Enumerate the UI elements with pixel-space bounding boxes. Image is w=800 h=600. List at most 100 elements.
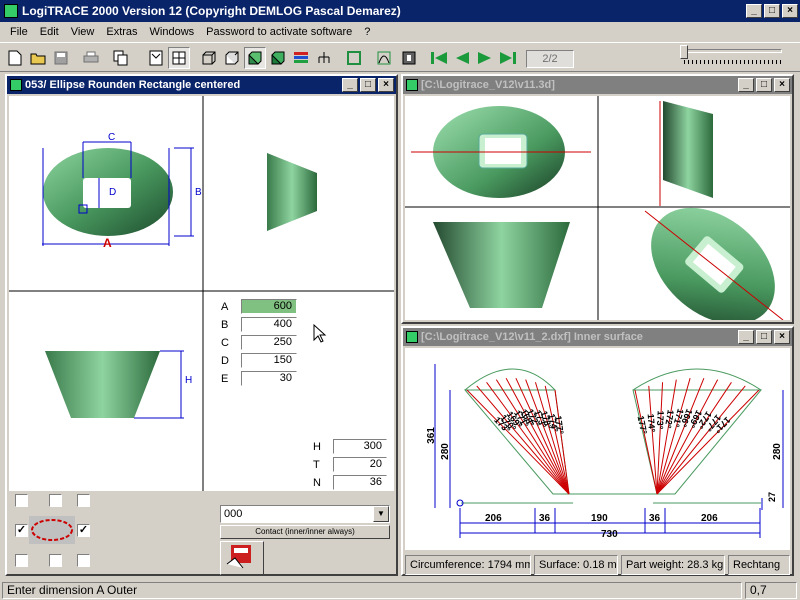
checkbox-bottom-right[interactable] (77, 554, 90, 567)
view3d-close-button[interactable]: × (774, 78, 790, 92)
frame-select-icon[interactable] (343, 47, 365, 69)
editor-close-button[interactable]: × (378, 78, 394, 92)
checkbox-bottom-center[interactable] (49, 554, 62, 567)
last-page-icon[interactable] (497, 47, 519, 69)
lock-icon[interactable] (398, 47, 420, 69)
circumference-readout: Circumference: 1794 mm (405, 555, 531, 575)
param-n-label: N (313, 477, 321, 489)
part-weight-readout: Part weight: 28.3 kg (621, 555, 725, 575)
zoom-slider-track[interactable] (684, 49, 782, 53)
contact-select-value: 000 (224, 508, 243, 520)
view3d-window-icon (406, 79, 418, 91)
view3d-maximize-button[interactable]: □ (756, 78, 772, 92)
fold-angle-label: 177° (553, 415, 566, 436)
view3d-window: [C:\Logitrace_V12\v11.3d] _ □ × (401, 74, 794, 324)
dim-seg5: 206 (701, 513, 718, 524)
param-b-input[interactable]: 400 (241, 317, 297, 332)
menu-file[interactable]: File (4, 26, 34, 38)
curve-tool-icon[interactable] (373, 47, 395, 69)
status-message: Enter dimension A Outer (2, 582, 742, 599)
wireframe-2d-icon[interactable] (198, 47, 220, 69)
dim-total: 730 (601, 529, 618, 540)
maximize-button[interactable]: □ (764, 4, 780, 18)
fold-line (656, 382, 732, 495)
dim-inner-height: 280 (439, 443, 451, 460)
color-layers-icon[interactable] (290, 47, 312, 69)
previous-page-icon[interactable] (451, 47, 473, 69)
zoom-slider-ticks (684, 60, 784, 64)
open-folder-icon[interactable] (27, 47, 49, 69)
inner-window-icon (406, 331, 418, 343)
drawing-canvas[interactable]: C B D A H (9, 96, 394, 491)
checkbox-top-right[interactable] (77, 494, 90, 507)
minimize-button[interactable]: _ (746, 4, 762, 18)
param-t-input[interactable]: 20 (333, 457, 387, 472)
editor-window-titlebar[interactable]: 053/ Ellipse Rounden Rectangle centered … (7, 76, 396, 94)
param-e-input[interactable]: 30 (241, 371, 297, 386)
ellipse-shape-icon (29, 516, 75, 544)
inner-maximize-button[interactable]: □ (756, 330, 772, 344)
inner-window-title: [C:\Logitrace_V12\v11_2.dxf] Inner surfa… (421, 331, 643, 343)
menu-password[interactable]: Password to activate software (200, 26, 358, 38)
first-page-icon[interactable] (428, 47, 450, 69)
inner-window-titlebar[interactable]: [C:\Logitrace_V12\v11_2.dxf] Inner surfa… (403, 328, 792, 346)
param-b-label: B (221, 319, 229, 331)
dim-seg4: 36 (649, 513, 661, 524)
unfold-canvas[interactable]: 361 280 280 27 206 36 190 36 206 730 173… (405, 348, 790, 550)
new-file-icon[interactable] (4, 47, 26, 69)
inner-minimize-button[interactable]: _ (738, 330, 754, 344)
3d-front-cone (433, 222, 570, 308)
chevron-down-icon[interactable]: ▼ (373, 506, 389, 522)
dimension-d-label: D (109, 187, 117, 198)
checkbox-mid-left[interactable]: ✓ (15, 524, 28, 537)
view3d-canvas[interactable] (405, 96, 790, 320)
param-d-input[interactable]: 150 (241, 353, 297, 368)
shaded-view-icon[interactable] (244, 47, 266, 69)
checkbox-top-left[interactable] (15, 494, 28, 507)
checkbox-top-center[interactable] (49, 494, 62, 507)
3d-side-cone (663, 101, 713, 198)
page-view-icon[interactable] (145, 47, 167, 69)
checkbox-bottom-left[interactable] (15, 554, 28, 567)
grid-view-icon[interactable] (168, 47, 190, 69)
param-a-input[interactable]: 600 (241, 299, 297, 314)
menu-view[interactable]: View (65, 26, 101, 38)
save-icon[interactable] (50, 47, 72, 69)
editor-maximize-button[interactable]: □ (360, 78, 376, 92)
param-n-input[interactable]: 36 (333, 475, 387, 490)
solid-view-icon[interactable] (267, 47, 289, 69)
contact-button[interactable]: Contact (inner/inner always) (220, 525, 390, 539)
close-button[interactable]: × (782, 4, 798, 18)
wireframe-3d-icon[interactable] (221, 47, 243, 69)
editor-minimize-button[interactable]: _ (342, 78, 358, 92)
status-value: 0,7 (745, 582, 797, 599)
next-page-icon[interactable] (474, 47, 496, 69)
print-icon[interactable] (80, 47, 102, 69)
zoom-slider-thumb[interactable] (680, 45, 688, 59)
right-sector (632, 389, 763, 495)
menu-extras[interactable]: Extras (100, 26, 143, 38)
dim-left-height: 361 (425, 427, 437, 444)
contact-select[interactable]: 000 ▼ (220, 505, 390, 523)
param-c-input[interactable]: 250 (241, 335, 297, 350)
menu-windows[interactable]: Windows (144, 26, 201, 38)
dimension-a-label: A (103, 236, 112, 250)
view3d-minimize-button[interactable]: _ (738, 78, 754, 92)
fold-line (656, 377, 705, 495)
checkbox-mid-right[interactable]: ✓ (77, 524, 90, 537)
menu-edit[interactable]: Edit (34, 26, 65, 38)
param-h-input[interactable]: 300 (333, 439, 387, 454)
menu-help[interactable]: ? (358, 26, 376, 38)
app-title: LogiTRACE 2000 Version 12 (Copyright DEM… (22, 4, 401, 18)
side-view-cone (267, 153, 317, 231)
editor-window: 053/ Ellipse Rounden Rectangle centered … (5, 74, 398, 576)
dim-seg3: 190 (591, 513, 608, 524)
tree-structure-icon[interactable] (313, 47, 335, 69)
unfold-tool-icon (226, 545, 251, 569)
view3d-window-titlebar[interactable]: [C:\Logitrace_V12\v11.3d] _ □ × (403, 76, 792, 94)
copy-icon[interactable] (110, 47, 132, 69)
unfold-button[interactable] (220, 541, 264, 575)
dim-bottom-small: 27 (767, 491, 778, 503)
inner-close-button[interactable]: × (774, 330, 790, 344)
editor-window-title: 053/ Ellipse Rounden Rectangle centered (25, 79, 241, 91)
